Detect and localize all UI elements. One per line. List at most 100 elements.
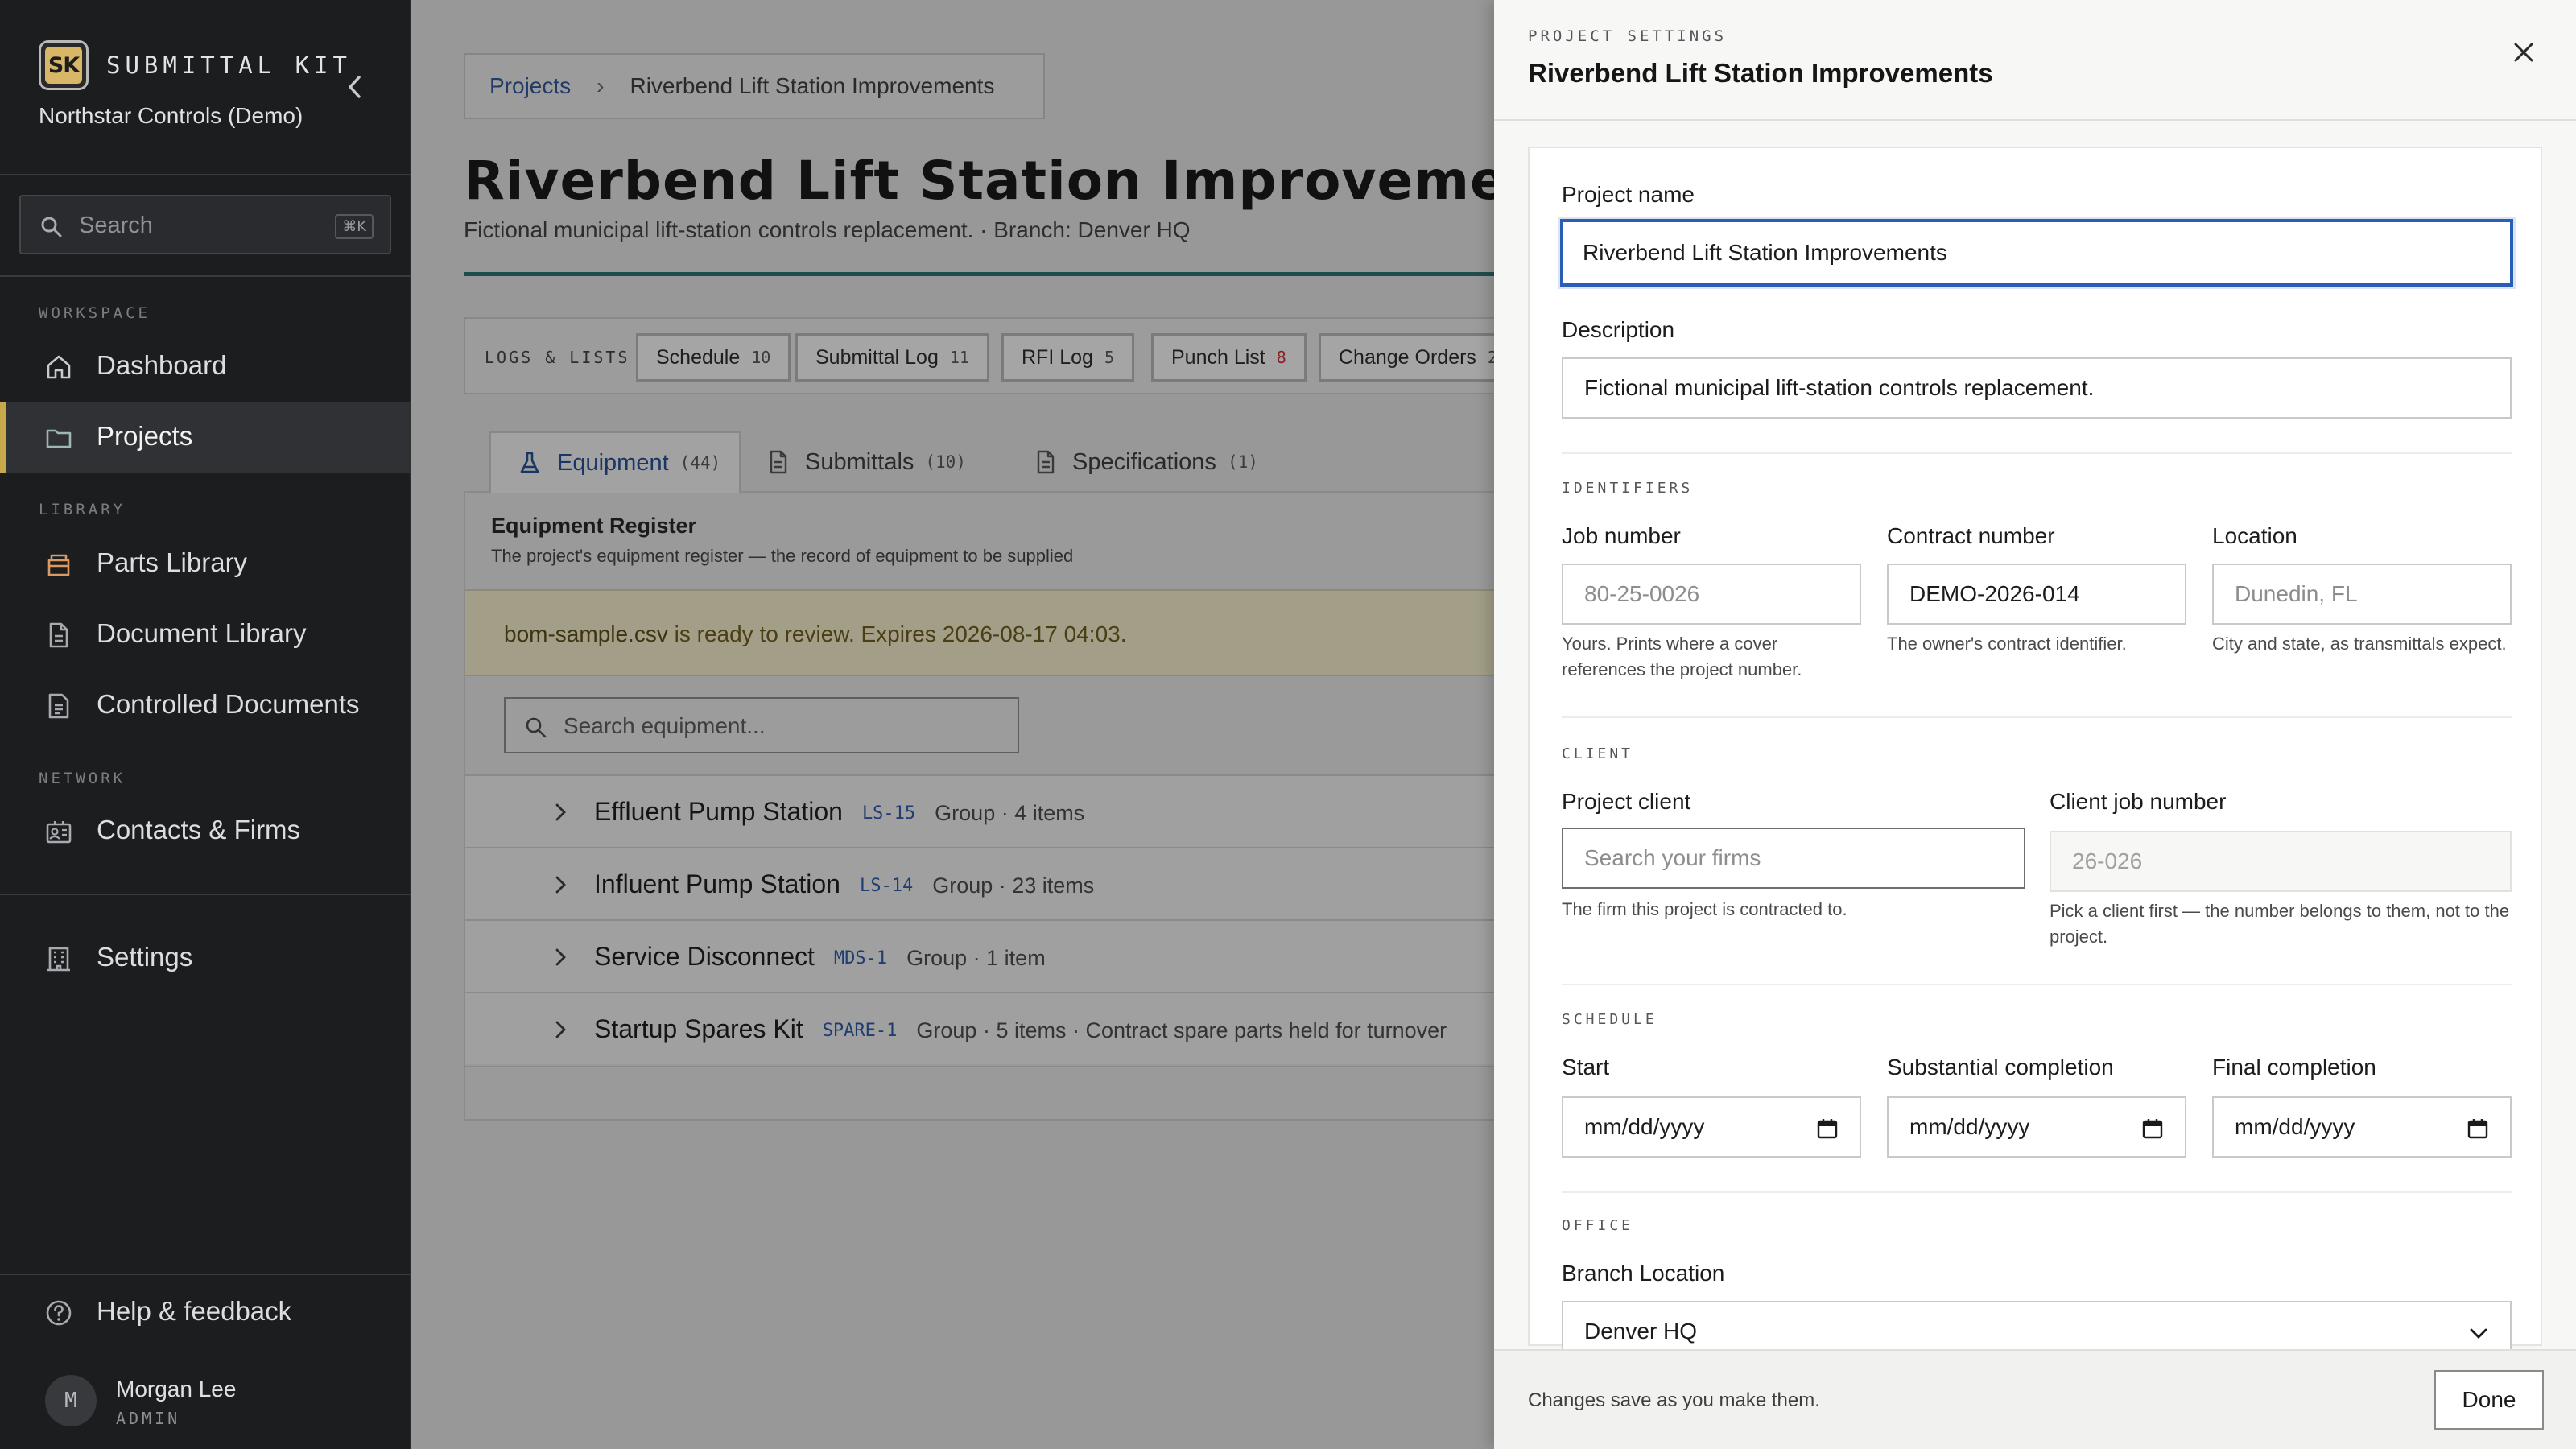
user-name: Morgan Lee: [116, 1377, 237, 1402]
tab-specifications[interactable]: Specifications (1): [1035, 431, 1258, 493]
import-ready-banner: bom-sample.csv is ready to review. Expir…: [465, 589, 1494, 676]
log-chip-punch-list[interactable]: Punch List 8: [1151, 333, 1307, 382]
sidebar-item-dashboard[interactable]: Dashboard: [0, 331, 411, 402]
log-chip-change-orders[interactable]: Change Orders 2: [1319, 333, 1494, 382]
tab-equipment[interactable]: Equipment (44): [489, 431, 741, 493]
sidebar-item-label: Projects: [97, 421, 193, 451]
group-code: SPARE-1: [822, 1021, 898, 1042]
final-completion-input[interactable]: mm/dd/yyyy: [2212, 1096, 2512, 1158]
divider: [0, 1274, 411, 1275]
sidebar-item-contacts-firms[interactable]: Contacts & Firms: [0, 795, 411, 866]
description-input[interactable]: Fictional municipal lift-station control…: [1562, 357, 2512, 419]
group-code: LS-14: [859, 876, 914, 897]
sidebar-item-document-library[interactable]: Document Library: [0, 599, 411, 670]
group-name: Service Disconnect: [594, 942, 815, 971]
sidebar-item-controlled-documents[interactable]: Controlled Documents: [0, 670, 411, 741]
done-button[interactable]: Done: [2434, 1370, 2544, 1430]
help-circle-icon: [45, 1299, 72, 1327]
group-name: Startup Spares Kit: [594, 1014, 803, 1043]
equipment-group-row[interactable]: Startup Spares Kit SPARE-1 Group · 5 items…: [465, 992, 1494, 1064]
location-label: Location: [2212, 523, 2297, 548]
section-heading-office: OFFICE: [1562, 1217, 1634, 1234]
breadcrumb-projects-link[interactable]: Projects: [489, 73, 571, 99]
chevron-right-icon[interactable]: [552, 873, 568, 897]
divider: [1494, 119, 2576, 121]
equipment-search-input[interactable]: Search equipment...: [504, 697, 1019, 753]
equipment-group-row[interactable]: Service Disconnect MDS-1 Group · 1 item: [465, 919, 1494, 992]
search-shortcut: ⌘K: [335, 214, 374, 239]
chip-count: 8: [1276, 348, 1286, 367]
organization-name[interactable]: Northstar Controls (Demo): [39, 103, 303, 129]
client-job-number-input[interactable]: 26-026: [2050, 831, 2512, 892]
job-number-label: Job number: [1562, 523, 1681, 548]
divider: [0, 275, 411, 277]
close-icon[interactable]: [2512, 40, 2536, 64]
section-label-library: LIBRARY: [39, 501, 126, 518]
project-settings-drawer: PROJECT SETTINGS Riverbend Lift Station …: [1494, 0, 2576, 1449]
calendar-icon[interactable]: [2141, 1117, 2164, 1140]
location-input[interactable]: Dunedin, FL: [2212, 564, 2512, 625]
project-client-help: The firm this project is contracted to.: [1562, 899, 1847, 919]
chevron-right-icon[interactable]: [552, 800, 568, 824]
user-menu[interactable]: M Morgan Lee ADMIN: [45, 1375, 236, 1428]
group-meta: Group · 4 items: [935, 801, 1085, 825]
home-icon: [45, 353, 72, 381]
breadcrumb-chevron-icon: ›: [597, 73, 605, 98]
contacts-icon: [45, 818, 72, 845]
collapse-sidebar-icon[interactable]: [343, 72, 367, 101]
chevron-right-icon[interactable]: [552, 1018, 568, 1042]
calendar-icon[interactable]: [2467, 1117, 2489, 1140]
project-client-search-input[interactable]: Search your firms: [1562, 828, 2025, 889]
search-icon: [40, 216, 63, 238]
branch-location-value: Denver HQ: [1584, 1319, 1698, 1344]
project-name-label: Project name: [1562, 182, 1695, 207]
log-chip-submittal-log[interactable]: Submittal Log 11: [795, 333, 989, 382]
project-name-input[interactable]: Riverbend Lift Station Improvements: [1560, 219, 2513, 287]
register-subtitle: The project's equipment register — the r…: [491, 546, 1074, 566]
section-heading-schedule: SCHEDULE: [1562, 1011, 1657, 1028]
import-file-link[interactable]: bom-sample.csv: [504, 621, 668, 646]
divider: [0, 894, 411, 895]
register-title: Equipment Register: [491, 514, 697, 538]
sidebar-item-parts-library[interactable]: Parts Library: [0, 528, 411, 599]
drawer-title: Riverbend Lift Station Improvements: [1528, 58, 1993, 88]
sidebar-item-projects[interactable]: Projects: [0, 402, 411, 473]
calendar-icon[interactable]: [1816, 1117, 1839, 1140]
sidebar-item-settings[interactable]: Settings: [0, 923, 411, 993]
start-date-label: Start: [1562, 1055, 1610, 1080]
start-date-input[interactable]: mm/dd/yyyy: [1562, 1096, 1861, 1158]
section-label-network: NETWORK: [39, 770, 126, 787]
substantial-completion-input[interactable]: mm/dd/yyyy: [1887, 1096, 2186, 1158]
app-logo-text: SK: [45, 47, 82, 84]
log-chip-schedule[interactable]: Schedule 10: [636, 333, 791, 382]
sidebar-item-label: Document Library: [97, 618, 307, 648]
chip-count: 5: [1104, 348, 1114, 367]
chevron-right-icon[interactable]: [552, 945, 568, 969]
logs-label: LOGS & LISTS: [485, 348, 630, 367]
tab-submittals[interactable]: Submittals (10): [768, 431, 966, 493]
help-feedback-link[interactable]: Help & feedback: [0, 1277, 411, 1348]
box-icon: [45, 551, 72, 578]
job-number-input[interactable]: 80-25-0026: [1562, 564, 1861, 625]
group-meta: Group · 5 items · Contract spare parts h…: [916, 1018, 1447, 1042]
tab-label: Equipment: [557, 449, 669, 476]
search-placeholder: Search equipment...: [564, 713, 766, 738]
document-icon: [1035, 450, 1056, 474]
search-placeholder: Search: [79, 213, 153, 238]
contract-number-input[interactable]: DEMO-2026-014: [1887, 564, 2186, 625]
sidebar-search[interactable]: Search ⌘K: [19, 195, 391, 254]
controlled-document-icon: [45, 692, 72, 720]
group-code: LS-15: [861, 803, 916, 824]
chip-label: Change Orders: [1339, 345, 1476, 369]
breadcrumb: Projects › Riverbend Lift Station Improv…: [464, 53, 1045, 119]
chip-label: Submittal Log: [815, 345, 939, 369]
logs-and-lists-bar: LOGS & LISTS Schedule 10 Submittal Log 11 …: [464, 317, 1494, 394]
equipment-group-row[interactable]: Effluent Pump Station LS-15 Group · 4 item…: [465, 774, 1494, 847]
job-number-help: Yours. Prints where a cover references t…: [1562, 634, 1802, 679]
divider: [1562, 984, 2512, 985]
log-chip-rfi-log[interactable]: RFI Log 5: [1001, 333, 1134, 382]
folder-icon: [45, 424, 72, 452]
brand[interactable]: SK SUBMITTAL KIT: [39, 40, 352, 90]
divider: [0, 174, 411, 175]
equipment-group-row[interactable]: Influent Pump Station LS-14 Group · 23 ite…: [465, 847, 1494, 919]
